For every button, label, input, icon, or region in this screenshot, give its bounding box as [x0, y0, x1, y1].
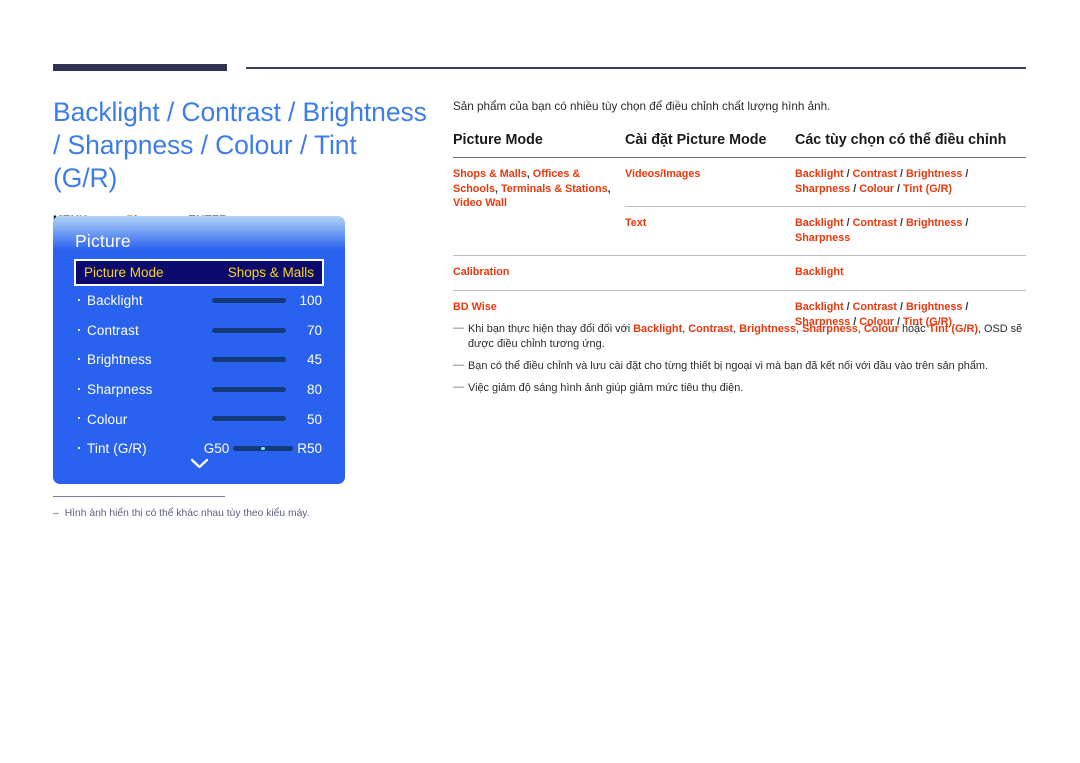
- header-rule: [246, 67, 1026, 69]
- bullet-icon: [78, 358, 80, 361]
- right-column: Sản phẩm của bạn có nhiều tùy chọn để đi…: [453, 99, 1026, 340]
- page-title: Backlight / Contrast / Brightness / Shar…: [53, 97, 427, 193]
- osd-slider[interactable]: [212, 357, 286, 363]
- footnote-text: Hình ảnh hiển thị có thể khác nhau tùy t…: [64, 508, 310, 519]
- footnote-dash: —: [453, 381, 464, 394]
- osd-item-value: 70: [306, 322, 322, 338]
- osd-item-sharpness[interactable]: Sharpness 80: [74, 375, 324, 405]
- tint-left-label: G50: [203, 440, 230, 456]
- left-column: Backlight / Contrast / Brightness / Shar…: [53, 96, 433, 228]
- bullet-icon: [78, 387, 80, 390]
- osd-picture-menu: Picture Picture Mode Shops & Malls Backl…: [53, 216, 345, 484]
- footnote-list: — Khi bạn thực hiện thay đổi đối với Bac…: [453, 322, 1028, 403]
- osd-item-label: Picture Mode: [84, 265, 164, 280]
- osd-title: Picture: [75, 231, 131, 251]
- cell-setting: [625, 255, 795, 291]
- osd-item-value: 100: [299, 293, 322, 309]
- osd-item-label: Backlight: [87, 293, 143, 309]
- osd-item-value: 50: [306, 411, 322, 427]
- osd-item-label: Colour: [87, 411, 128, 427]
- osd-item-value: 45: [306, 352, 322, 368]
- bullet-icon: [78, 328, 80, 331]
- footnote-dash: –: [53, 508, 59, 519]
- mode-item: Shops & Malls: [453, 168, 527, 180]
- column-header-picture-mode: Picture Mode: [453, 132, 543, 148]
- footnote-dash: —: [453, 359, 464, 372]
- tint-right-label: R50: [297, 440, 322, 456]
- left-footnote: – Hình ảnh hiển thị có thể khác nhau tùy…: [53, 506, 413, 521]
- mode-item: Terminals & Stations: [501, 182, 608, 195]
- table-row: Shops & Malls, Offices & Schools, Termin…: [453, 158, 1026, 209]
- footnote-item: — Bạn có thể điều chỉnh và lưu cài đặt c…: [453, 359, 1028, 374]
- osd-item-brightness[interactable]: Brightness 45: [74, 345, 324, 375]
- osd-slider[interactable]: [212, 386, 286, 392]
- osd-item-value: Shops & Malls: [227, 265, 314, 280]
- osd-item-label: Tint (G/R): [87, 441, 147, 457]
- osd-item-backlight[interactable]: Backlight 100: [74, 286, 324, 316]
- header-accent-bar: [53, 64, 227, 71]
- intro-text: Sản phẩm của bạn có nhiều tùy chọn để đi…: [453, 100, 831, 113]
- bullet-icon: [78, 299, 80, 301]
- picture-mode-table: Picture Mode Cài đặt Picture Mode Các tù…: [453, 132, 1026, 340]
- footnote-text: Bạn có thể điều chỉnh và lưu cài đặt cho…: [468, 360, 988, 373]
- osd-item-contrast[interactable]: Contrast 70: [74, 316, 324, 346]
- mode-item: Video Wall: [453, 197, 507, 210]
- osd-item-label: Contrast: [87, 322, 139, 338]
- chevron-down-icon: [190, 458, 208, 469]
- tint-knob[interactable]: [261, 446, 266, 451]
- cell-setting: Text: [625, 206, 795, 256]
- osd-row-list: Picture Mode Shops & Malls Backlight 100…: [53, 259, 345, 464]
- column-header-options: Các tùy chọn có thể điều chỉnh: [795, 132, 1007, 148]
- bullet-icon: [78, 446, 80, 449]
- cell-mode: Shops & Malls, Offices & Schools, Termin…: [453, 168, 611, 210]
- footnote-dash: —: [453, 322, 464, 334]
- left-footnote-rule: [53, 496, 225, 498]
- osd-item-colour[interactable]: Colour 50: [74, 404, 324, 434]
- table-row: Calibration Backlight: [453, 255, 1026, 291]
- footnote-text: Khi bạn thực hiện thay đổi đối với Backl…: [468, 323, 1023, 351]
- footnote-text: Việc giảm độ sáng hình ảnh giúp giảm mức…: [468, 382, 744, 395]
- osd-item-picture-mode[interactable]: Picture Mode Shops & Malls: [74, 259, 324, 286]
- osd-item-label: Sharpness: [87, 382, 153, 398]
- footnote-item: — Việc giảm độ sáng hình ảnh giúp giảm m…: [453, 381, 1028, 396]
- osd-item-value: 80: [306, 382, 322, 398]
- osd-slider[interactable]: [212, 416, 286, 422]
- osd-slider[interactable]: [212, 327, 286, 333]
- cell-mode: Calibration: [453, 255, 625, 291]
- osd-tint-slider[interactable]: G50 R50: [204, 441, 322, 456]
- tint-track[interactable]: [233, 445, 294, 451]
- osd-scroll-down[interactable]: [53, 456, 345, 474]
- cell-setting: Videos/Images: [625, 168, 701, 180]
- bullet-icon: [78, 417, 80, 420]
- footnote-item: — Khi bạn thực hiện thay đổi đối với Bac…: [453, 322, 1028, 353]
- cell-options: Backlight / Contrast / Brightness / Shar…: [795, 206, 1026, 256]
- osd-slider[interactable]: [212, 298, 286, 303]
- cell-options: Backlight / Contrast / Brightness / Shar…: [795, 168, 969, 195]
- cell-options: Backlight: [795, 255, 1026, 291]
- column-header-setting: Cài đặt Picture Mode: [625, 132, 767, 148]
- table-header-row: Picture Mode Cài đặt Picture Mode Các tù…: [453, 132, 1026, 158]
- osd-item-label: Brightness: [87, 352, 152, 368]
